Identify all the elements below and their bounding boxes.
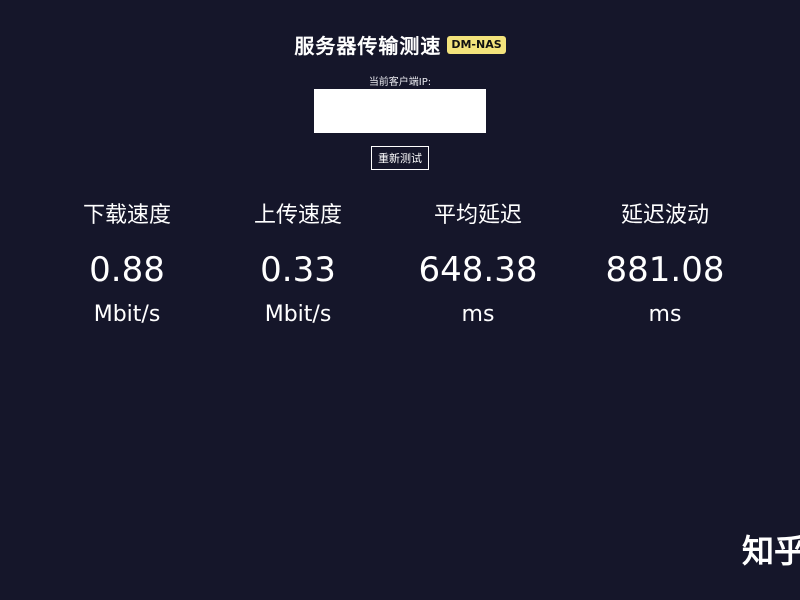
retest-button[interactable]: 重新测试 [371, 146, 429, 170]
client-ip-field [314, 89, 486, 133]
metric-value: 0.33 [260, 250, 336, 290]
metric-label: 上传速度 [253, 203, 342, 228]
metric-unit: ms [461, 302, 495, 327]
server-badge: DM-NAS [447, 35, 506, 54]
metric-value: 648.38 [418, 250, 538, 290]
metric-unit: Mbit/s [264, 302, 332, 327]
client-ip-label: 当前客户端IP: [368, 77, 432, 88]
metric-avg-latency: 平均延迟 648.38 ms [383, 200, 573, 330]
metric-label: 延迟波动 [620, 203, 709, 228]
metrics-panel: 下载速度 0.88 Mbit/s 上传速度 0.33 Mbit/s 平均延迟 6… [0, 200, 800, 360]
metric-value: 881.08 [605, 250, 725, 290]
zhihu-watermark: 知乎 [742, 532, 800, 570]
page-title: 服务器传输测速 [294, 34, 442, 58]
metric-unit: Mbit/s [93, 302, 161, 327]
metric-value: 0.88 [89, 250, 165, 290]
metric-label: 平均延迟 [433, 203, 522, 228]
speedtest-page: 服务器传输测速 DM-NAS 当前客户端IP: 重新测试 下载速度 0.88 M… [0, 0, 800, 600]
metric-label: 下载速度 [82, 203, 171, 228]
metric-unit: ms [648, 302, 682, 327]
metric-upload: 上传速度 0.33 Mbit/s [203, 200, 393, 330]
metric-download: 下载速度 0.88 Mbit/s [32, 200, 222, 330]
page-header: 服务器传输测速 DM-NAS [0, 30, 800, 59]
metric-jitter: 延迟波动 881.08 ms [570, 200, 760, 330]
